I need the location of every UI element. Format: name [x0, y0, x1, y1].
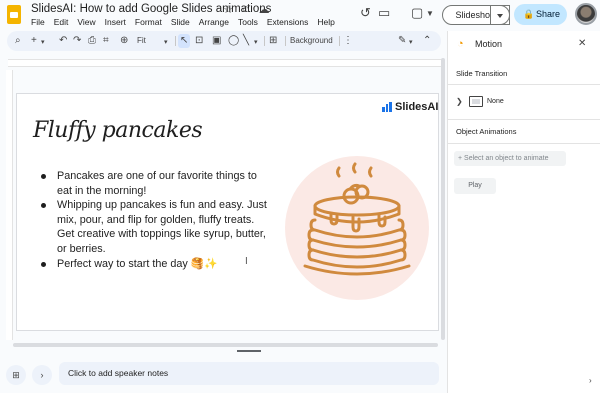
motion-icon: ◔ — [457, 38, 464, 50]
line-icon[interactable]: ╲ — [243, 34, 249, 48]
bullet-item[interactable]: Perfect way to start the day 🥞✨ — [39, 257, 269, 272]
share-button[interactable]: 🔒 Share — [514, 4, 567, 25]
horizontal-scrollbar[interactable] — [13, 343, 438, 347]
menubar: File Edit View Insert Format Slide Arran… — [31, 17, 335, 27]
bullet-item[interactable]: Whipping up pancakes is fun and easy. Ju… — [39, 198, 269, 256]
pen-chevron-icon[interactable]: ▾ — [409, 36, 413, 50]
avatar[interactable] — [575, 3, 597, 25]
slide[interactable]: SlidesAI Fluffy pancakes Pancakes are on… — [16, 93, 439, 331]
new-slide-chevron-icon[interactable]: ▾ — [41, 36, 45, 50]
paint-format-icon[interactable]: ⌗ — [103, 34, 109, 48]
image-icon[interactable]: ▣ — [212, 34, 221, 48]
slidesai-logo-text: SlidesAI — [395, 101, 439, 113]
slidesai-logo-icon — [382, 102, 393, 112]
panel-expand-icon[interactable]: › — [589, 376, 592, 385]
meet-camera-icon[interactable]: ▢ — [411, 5, 423, 21]
new-slide-icon[interactable]: + — [31, 34, 37, 48]
close-icon[interactable]: ✕ — [578, 38, 586, 49]
menu-help[interactable]: Help — [317, 17, 334, 27]
toolbar-divider — [285, 36, 286, 46]
slide-body[interactable]: Pancakes are one of our favorite things … — [39, 169, 269, 271]
app-header: SlidesAI: How to add Google Slides anima… — [0, 0, 600, 30]
vertical-scrollbar[interactable] — [441, 58, 445, 340]
toolbar: ⌕ + ▾ ↶ ↷ ⎙ ⌗ ⊕ Fit ▾ ↖ ⊡ ▣ ◯ ╲ ▾ ⊞ Back… — [7, 31, 441, 51]
panel-title: Motion — [475, 39, 503, 49]
print-icon[interactable]: ⎙ — [88, 34, 96, 48]
toolbar-divider — [339, 36, 340, 46]
horizontal-ruler[interactable] — [8, 59, 442, 67]
bullet-item[interactable]: Pancakes are one of our favorite things … — [39, 169, 269, 198]
text-cursor-icon: I — [245, 256, 248, 267]
text-box-icon[interactable]: ⊡ — [195, 34, 203, 48]
star-icon[interactable]: ☆ — [222, 3, 234, 16]
menu-extensions[interactable]: Extensions — [267, 17, 309, 27]
select-cursor-icon[interactable]: ↖ — [178, 34, 191, 48]
add-animation-button[interactable]: + Select an object to animate — [454, 151, 566, 166]
pen-icon[interactable]: ✎ — [398, 34, 406, 48]
slidesai-logo: SlidesAI — [382, 100, 438, 114]
play-button[interactable]: Play — [454, 178, 496, 194]
transition-thumbnail-icon — [469, 96, 483, 107]
background-button[interactable]: Background — [290, 34, 333, 48]
menu-arrange[interactable]: Arrange — [199, 17, 229, 27]
shape-icon[interactable]: ◯ — [228, 34, 239, 48]
toolbar-divider — [264, 36, 265, 46]
zoom-chevron-icon[interactable]: ▾ — [164, 36, 168, 50]
speaker-notes-field[interactable]: Click to add speaker notes — [59, 362, 439, 385]
line-chevron-icon[interactable]: ▾ — [254, 36, 258, 50]
more-options-icon[interactable]: ⋮ — [343, 34, 353, 48]
comment-icon[interactable]: ▭ — [378, 5, 390, 21]
add-comment-icon[interactable]: ⊞ — [269, 34, 277, 48]
title-icons: ☆ ⌂ ☁ — [222, 3, 270, 16]
menu-insert[interactable]: Insert — [105, 17, 126, 27]
slide-transition-heading: Slide Transition — [456, 69, 508, 78]
slide-title[interactable]: Fluffy pancakes — [33, 118, 203, 143]
share-label: Share — [536, 9, 561, 19]
search-menus-icon[interactable]: ⌕ — [15, 34, 21, 48]
menu-tools[interactable]: Tools — [238, 17, 258, 27]
pancake-stack-icon[interactable] — [293, 162, 421, 290]
slideshow-dropdown-button[interactable] — [490, 5, 510, 25]
redo-icon[interactable]: ↷ — [73, 34, 81, 48]
transition-selector[interactable]: ❯ None — [456, 95, 596, 111]
chevron-down-icon[interactable]: ▼ — [426, 9, 434, 18]
plus-icon: + — [458, 155, 463, 162]
panel-divider — [448, 84, 600, 85]
collapse-toolbar-icon[interactable]: ⌃ — [423, 34, 431, 48]
menu-edit[interactable]: Edit — [54, 17, 69, 27]
grid-view-icon[interactable]: ⊞ — [6, 365, 26, 385]
zoom-select[interactable]: Fit — [137, 34, 146, 48]
motion-panel: ◔ Motion ✕ Slide Transition ❯ None Objec… — [447, 31, 600, 393]
notes-resize-handle[interactable] — [237, 350, 261, 352]
lock-icon: 🔒 — [523, 9, 535, 19]
menu-slide[interactable]: Slide — [171, 17, 190, 27]
slides-logo-icon[interactable] — [7, 5, 21, 24]
chevron-right-icon[interactable]: ❯ — [456, 97, 463, 106]
panel-divider — [448, 119, 600, 120]
transition-value: None — [487, 98, 504, 105]
vertical-ruler[interactable] — [6, 70, 13, 340]
menu-view[interactable]: View — [77, 17, 95, 27]
cloud-status-icon[interactable]: ☁ — [258, 3, 270, 16]
add-animation-label: Select an object to animate — [464, 155, 549, 162]
undo-icon[interactable]: ↶ — [59, 34, 67, 48]
chevron-right-icon[interactable]: › — [32, 365, 52, 385]
toolbar-divider — [175, 36, 176, 46]
zoom-icon[interactable]: ⊕ — [120, 34, 128, 48]
menu-file[interactable]: File — [31, 17, 45, 27]
panel-divider — [448, 143, 600, 144]
version-history-icon[interactable]: ↺ — [360, 5, 371, 21]
menu-format[interactable]: Format — [135, 17, 162, 27]
object-animations-heading: Object Animations — [456, 127, 517, 136]
move-to-folder-icon[interactable]: ⌂ — [240, 3, 252, 16]
